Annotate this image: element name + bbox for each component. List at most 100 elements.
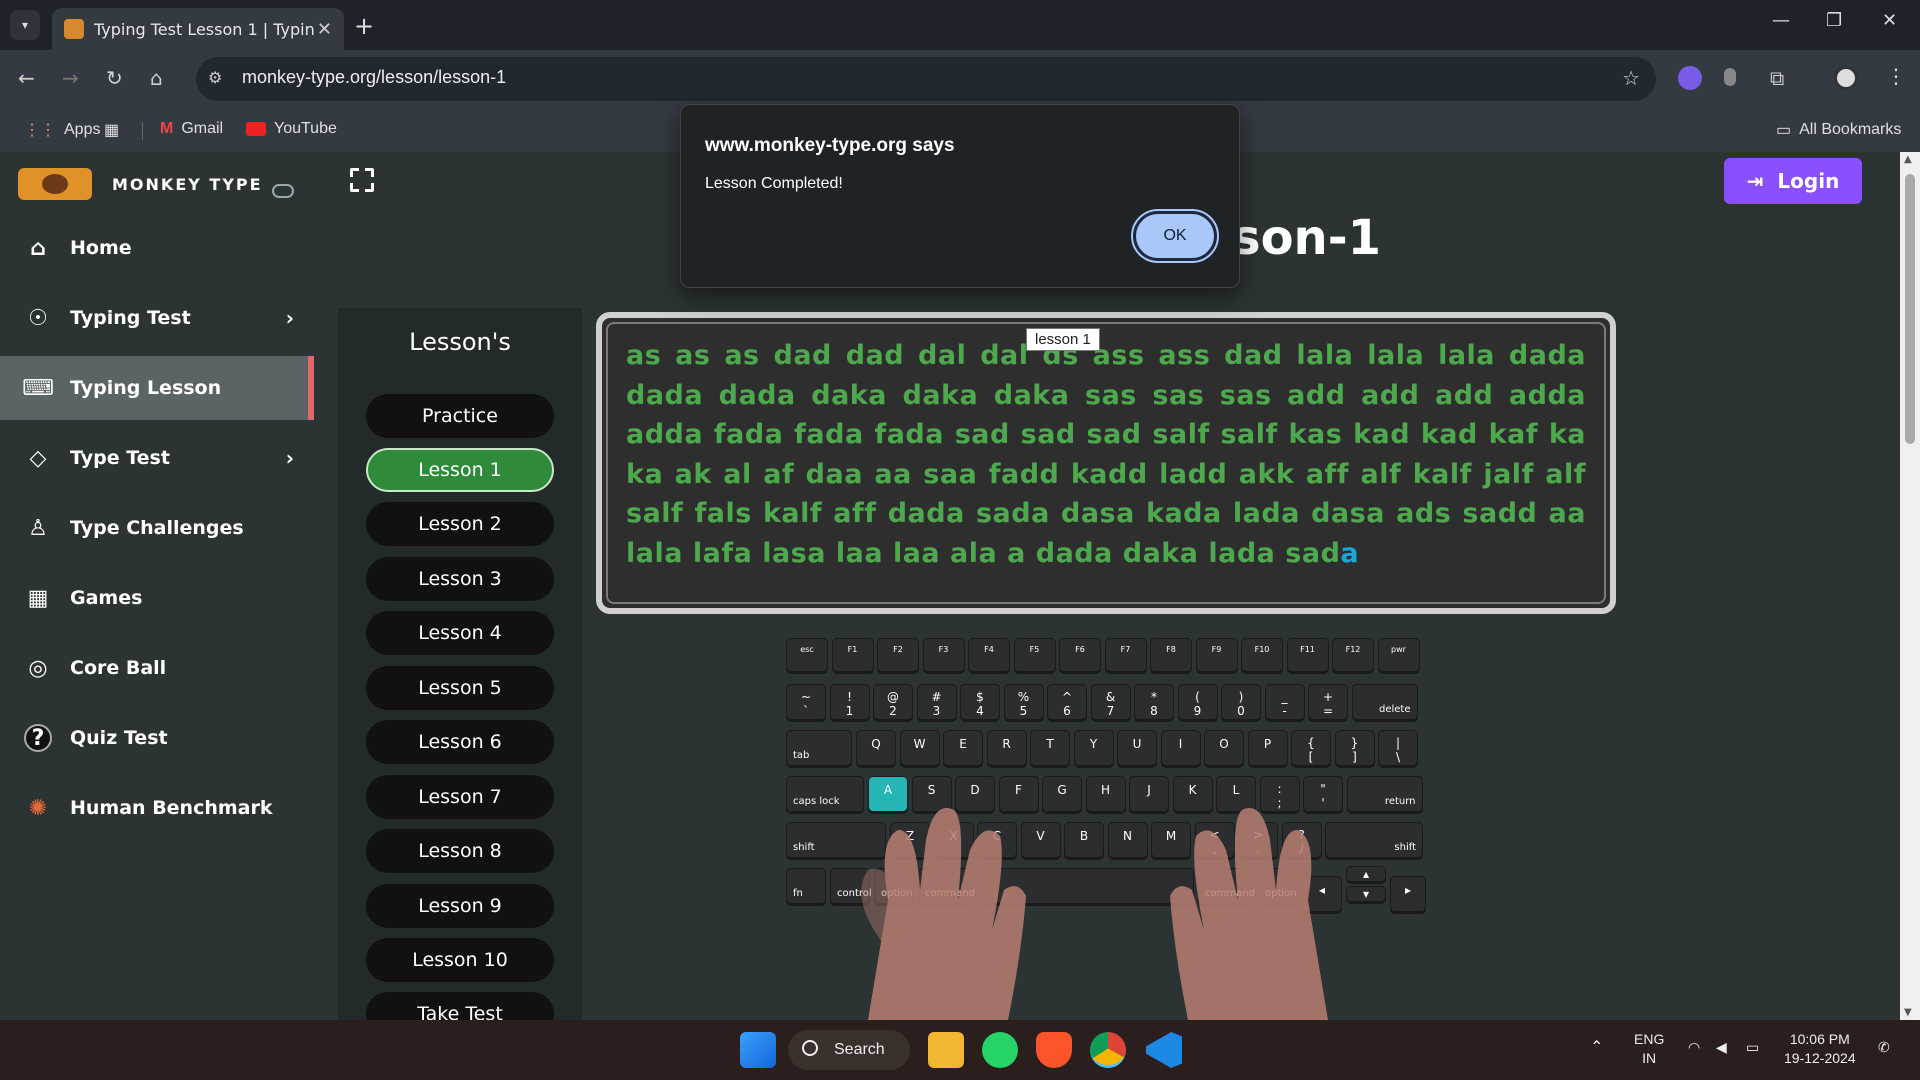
language-indicator[interactable]: ENG IN [1634, 1030, 1664, 1068]
sidebar-item-quiz-test[interactable]: ? Quiz Test [0, 706, 316, 770]
theme-toggle[interactable] [272, 184, 294, 198]
alert-dialog: www.monkey-type.org says Lesson Complete… [680, 104, 1240, 288]
key-num-6: ^ 6 [1047, 684, 1087, 722]
typing-area[interactable]: as as as dad dad dal dal ds ass ass dad … [596, 312, 1616, 614]
ok-button[interactable]: OK [1131, 209, 1219, 263]
scroll-up-icon[interactable]: ▲ [1904, 154, 1912, 165]
bookmark-apps[interactable]: ⋮⋮ Apps [24, 120, 100, 140]
typing-hands-illustration [861, 808, 1328, 1020]
lesson-3-button[interactable]: Lesson 3 [366, 557, 554, 601]
profile-avatar[interactable] [1834, 66, 1858, 90]
minimize-button[interactable]: — [1772, 10, 1790, 31]
gitlab-icon: ◇ [29, 445, 47, 471]
key-pwr: pwr [1377, 638, 1420, 674]
scrollbar-thumb[interactable] [1905, 174, 1915, 444]
lesson-5-button[interactable]: Lesson 5 [366, 666, 554, 710]
current-char: a [1340, 537, 1360, 569]
browser-toolbar: ← → ↻ ⌂ ⚙ monkey-type.org/lesson/lesson-… [0, 50, 1920, 108]
tab-groups-icon[interactable]: ▦ [104, 120, 119, 140]
new-tab-button[interactable]: + [354, 12, 374, 40]
sidebar-item-home[interactable]: ⌂ Home [0, 216, 316, 280]
back-icon[interactable]: ← [18, 66, 35, 90]
more-menu-icon[interactable]: ⋮ [1886, 64, 1906, 88]
reload-icon[interactable]: ↻ [106, 66, 123, 90]
keyboard-icon: ⌨ [22, 375, 54, 401]
windows-start-icon[interactable] [740, 1032, 776, 1068]
lesson-practice-button[interactable]: Practice [366, 394, 554, 438]
sidebar-item-typing-lesson[interactable]: ⌨ Typing Lesson [0, 356, 314, 420]
bookmark-star-icon[interactable]: ☆ [1622, 66, 1640, 90]
address-bar[interactable]: ⚙ monkey-type.org/lesson/lesson-1 ☆ [196, 57, 1656, 101]
key-y: Y [1073, 730, 1114, 768]
key-f8: F8 [1150, 638, 1192, 674]
vscode-icon[interactable] [1146, 1032, 1182, 1068]
sidebar-item-type-challenges[interactable]: ♙ Type Challenges [0, 496, 316, 560]
key-p: P [1247, 730, 1288, 768]
sidebar-item-games[interactable]: ▦ Games [0, 566, 316, 630]
bookmark-youtube[interactable]: YouTube [246, 120, 337, 138]
volume-icon[interactable]: ◀ [1716, 1038, 1727, 1057]
extensions-puzzle-icon[interactable]: ⧉ [1770, 66, 1784, 90]
file-explorer-icon[interactable] [928, 1032, 964, 1068]
lesson-9-button[interactable]: Lesson 9 [366, 884, 554, 928]
whatsapp-icon[interactable] [982, 1032, 1018, 1068]
all-bookmarks[interactable]: ▭ All Bookmarks [1776, 120, 1901, 140]
forward-icon[interactable]: → [62, 66, 79, 90]
lessons-title: Lesson's [409, 328, 511, 356]
extension-icon[interactable] [1678, 66, 1702, 90]
login-button[interactable]: ⇥ Login [1724, 158, 1862, 204]
brain-icon: ✺ [28, 795, 48, 821]
key-i: I [1160, 730, 1201, 768]
key-num-1: ! 1 [829, 684, 870, 722]
lesson-7-button[interactable]: Lesson 7 [366, 775, 554, 819]
close-icon[interactable]: ✕ [317, 19, 332, 40]
site-info-icon[interactable]: ⚙ [208, 68, 230, 90]
lesson-6-button[interactable]: Lesson 6 [366, 720, 554, 764]
key-w: W [899, 730, 940, 768]
fullscreen-icon[interactable] [349, 167, 375, 193]
bookmark-separator [142, 122, 143, 140]
key-sym-q-0: {[ [1291, 730, 1331, 768]
brand[interactable]: MONKEY TYPE [18, 168, 263, 200]
chevron-up-icon[interactable]: ⌃ [1590, 1038, 1603, 1057]
windows-taskbar: Search ⌃ ENG IN ◠ ◀ ▭ 10:06 PM 19-12-202… [0, 1020, 1920, 1080]
apps-grid-icon: ⋮⋮ [24, 122, 56, 139]
chrome-icon[interactable] [1090, 1032, 1126, 1068]
dialog-message: Lesson Completed! [705, 175, 843, 192]
key-f11: F11 [1286, 638, 1329, 674]
sidebar-item-type-test[interactable]: ◇ Type Test › [0, 426, 316, 490]
restore-button[interactable]: ❐ [1826, 10, 1842, 31]
scroll-down-icon[interactable]: ▼ [1904, 1007, 1912, 1018]
notifications-icon[interactable]: ✆ [1878, 1038, 1890, 1057]
lesson-4-button[interactable]: Lesson 4 [366, 611, 554, 655]
key-delete: delete [1351, 684, 1418, 722]
wifi-icon[interactable]: ◠ [1688, 1038, 1700, 1057]
dialog-title: www.monkey-type.org says [705, 135, 955, 156]
key-num-7: & 7 [1090, 684, 1131, 722]
key-f12: F12 [1332, 638, 1374, 674]
sidebar-item-typing-test[interactable]: ☉ Typing Test › [0, 286, 316, 350]
taskbar-search[interactable]: Search [788, 1030, 910, 1070]
url-text: monkey-type.org/lesson/lesson-1 [242, 67, 507, 87]
browser-tab[interactable]: Typing Test Lesson 1 | Typing Te ✕ [52, 8, 344, 50]
extension-icon[interactable] [1724, 68, 1736, 86]
take-test-button[interactable]: Take Test [366, 992, 554, 1020]
lesson-8-button[interactable]: Lesson 8 [366, 829, 554, 873]
tab-search-button[interactable]: ▾ [10, 10, 40, 40]
sidebar-item-core-ball[interactable]: ◎ Core Ball [0, 636, 316, 700]
sidebar: MONKEY TYPE ⌂ Home ☉ Typing Test › ⌨ Typ… [0, 152, 316, 1020]
page-scrollbar[interactable]: ▲ ▼ [1900, 152, 1920, 1020]
brave-icon[interactable] [1036, 1032, 1072, 1068]
lesson-10-button[interactable]: Lesson 10 [366, 938, 554, 982]
lesson-1-button[interactable]: Lesson 1 [366, 448, 554, 492]
home-icon[interactable]: ⌂ [150, 66, 163, 90]
lesson-2-button[interactable]: Lesson 2 [366, 502, 554, 546]
monkey-logo [18, 168, 92, 200]
sidebar-item-human-benchmark[interactable]: ✺ Human Benchmark [0, 776, 316, 840]
close-window-button[interactable]: ✕ [1882, 10, 1897, 31]
bookmark-gmail[interactable]: M Gmail [160, 120, 223, 138]
grid-icon: ▦ [27, 585, 49, 611]
key-f2: F2 [877, 638, 919, 674]
battery-icon[interactable]: ▭ [1746, 1038, 1759, 1057]
clock[interactable]: 10:06 PM 19-12-2024 [1784, 1030, 1856, 1068]
